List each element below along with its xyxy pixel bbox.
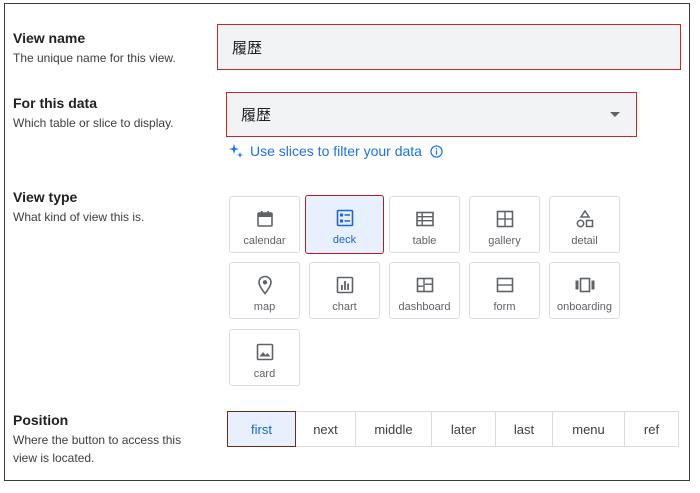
view-type-deck[interactable]: deck <box>305 195 384 254</box>
view-name-description: The unique name for this view. <box>13 51 176 65</box>
position-description-line2: view is located. <box>13 451 95 465</box>
view-type-onboarding[interactable]: onboarding <box>549 262 620 319</box>
view-type-chart[interactable]: chart <box>309 262 380 319</box>
view-type-form[interactable]: form <box>469 262 540 319</box>
position-menu-button[interactable]: menu <box>552 411 625 447</box>
onboarding-icon <box>575 277 594 293</box>
view-type-label: onboarding <box>556 301 613 313</box>
view-type-dashboard[interactable]: dashboard <box>389 262 460 319</box>
info-icon[interactable] <box>430 144 443 158</box>
view-type-label: map <box>253 301 276 313</box>
view-type-gallery[interactable]: gallery <box>469 196 540 253</box>
chart-icon <box>336 276 353 294</box>
table-icon <box>415 211 434 227</box>
sparkle-icon <box>229 144 243 158</box>
use-slices-link-text: Use slices to filter your data <box>250 143 422 159</box>
map-pin-icon <box>257 275 272 295</box>
dashboard-icon <box>416 277 433 293</box>
view-type-label: card <box>253 368 276 380</box>
view-type-table[interactable]: table <box>389 196 460 253</box>
position-next-button[interactable]: next <box>295 411 356 447</box>
view-type-title: View type <box>13 189 78 205</box>
view-name-input[interactable]: 履歴 <box>217 24 681 70</box>
image-icon <box>256 343 273 361</box>
position-later-button[interactable]: later <box>431 411 496 447</box>
view-type-description: What kind of view this is. <box>13 210 145 224</box>
data-source-select[interactable]: 履歴 <box>226 92 637 137</box>
view-type-label: dashboard <box>398 301 451 313</box>
view-type-detail[interactable]: detail <box>549 196 620 253</box>
detail-icon <box>576 209 593 228</box>
position-first-button[interactable]: first <box>227 411 296 447</box>
data-source-value: 履歴 <box>241 106 272 124</box>
view-type-label: form <box>493 301 516 313</box>
calendar-icon <box>256 211 273 227</box>
view-type-card[interactable]: card <box>229 329 300 386</box>
position-button-group: first next middle later last menu ref <box>227 411 679 447</box>
for-this-data-description: Which table or slice to display. <box>13 116 174 130</box>
view-name-value: 履歴 <box>232 38 263 57</box>
view-name-title: View name <box>13 30 86 46</box>
view-type-calendar[interactable]: calendar <box>229 196 300 253</box>
view-type-label: detail <box>571 235 598 247</box>
deck-icon <box>336 209 353 227</box>
position-title: Position <box>13 412 69 428</box>
for-this-data-title: For this data <box>13 95 98 111</box>
position-last-button[interactable]: last <box>495 411 553 447</box>
form-icon <box>496 277 513 293</box>
chevron-down-icon <box>610 112 620 117</box>
position-ref-button[interactable]: ref <box>624 411 679 447</box>
view-type-map[interactable]: map <box>229 262 300 319</box>
view-type-label: table <box>412 235 437 247</box>
position-description-line1: Where the button to access this <box>13 433 182 447</box>
use-slices-link[interactable]: Use slices to filter your data <box>228 143 449 159</box>
gallery-icon <box>496 210 513 228</box>
view-type-label: chart <box>332 301 357 313</box>
view-type-label: deck <box>332 234 357 246</box>
view-type-label: gallery <box>488 235 521 247</box>
view-type-label: calendar <box>243 235 286 247</box>
position-middle-button[interactable]: middle <box>355 411 432 447</box>
